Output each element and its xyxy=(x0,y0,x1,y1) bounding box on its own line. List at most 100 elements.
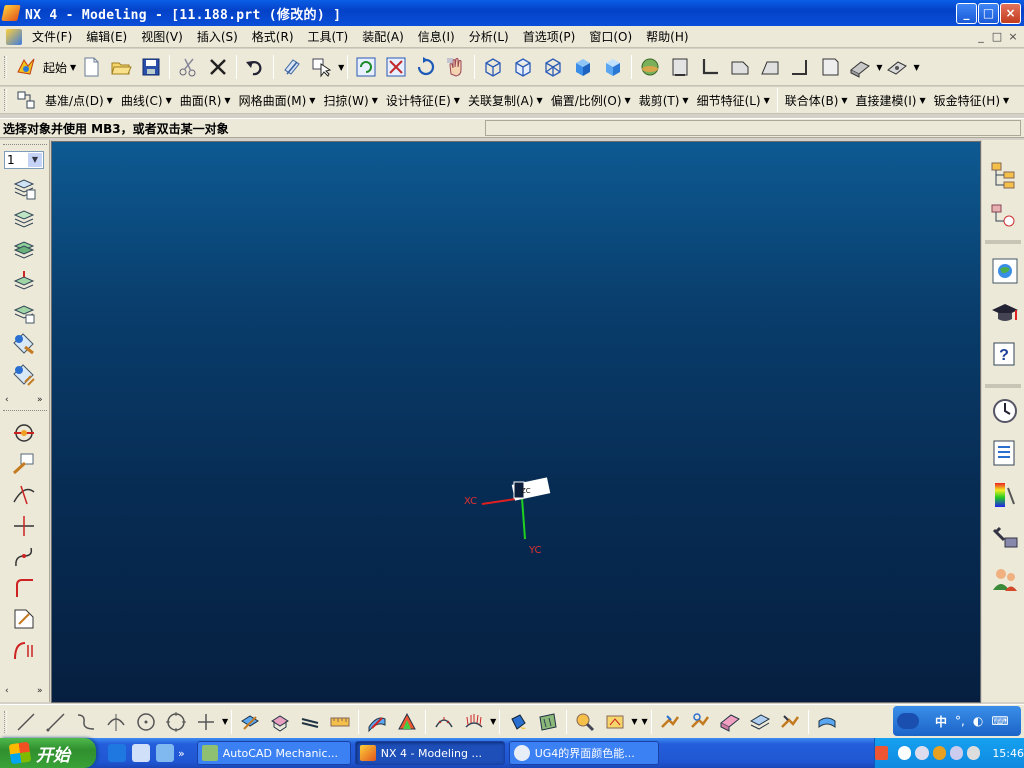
toolbar-grip[interactable] xyxy=(4,56,7,78)
tray-expand-icon[interactable] xyxy=(898,746,912,760)
toolbar-options-icon[interactable]: » xyxy=(37,686,43,696)
toolbar-grip[interactable] xyxy=(4,710,7,733)
toolbar-grip[interactable] xyxy=(3,410,47,411)
menu-window[interactable]: 窗口(O) xyxy=(583,28,640,45)
menu-edit[interactable]: 编辑(E) xyxy=(80,28,135,45)
toolbar-grip[interactable] xyxy=(3,144,47,145)
menu-preferences[interactable]: 首选项(P) xyxy=(517,28,584,45)
material-sheet-icon[interactable] xyxy=(534,708,562,736)
sweep-menu[interactable]: 扫掠(W) ▼ xyxy=(319,92,381,109)
layer-settings-icon[interactable] xyxy=(11,176,37,202)
transform-move-icon[interactable] xyxy=(656,708,684,736)
network-icon[interactable] xyxy=(915,746,929,760)
toolbar-scroll-left-icon[interactable]: ‹ xyxy=(5,686,9,696)
section-l-icon[interactable] xyxy=(696,53,724,81)
mesh-surface-menu[interactable]: 网格曲面(M) ▼ xyxy=(235,92,320,109)
ime-punctuation-icon[interactable]: °, xyxy=(955,714,965,728)
selection-filter-icon[interactable] xyxy=(278,53,306,81)
offset-scale-menu[interactable]: 偏置/比例(O) ▼ xyxy=(547,92,635,109)
taskbar-item-autocad[interactable]: AutoCAD Mechanic... xyxy=(196,741,351,765)
doc-close-button[interactable]: × xyxy=(1006,30,1020,44)
doc-restore-button[interactable]: □ xyxy=(990,30,1004,44)
associative-copy-menu[interactable]: 关联复制(A) ▼ xyxy=(464,92,547,109)
start-dropdown-icon[interactable]: ▼ xyxy=(70,63,76,72)
divide-curve-icon[interactable] xyxy=(11,544,37,570)
ie-browser-icon[interactable] xyxy=(108,744,126,762)
graphics-window[interactable]: XC YC ZC xyxy=(51,141,981,703)
layer-category-icon[interactable] xyxy=(11,238,37,264)
taskbar-item-browser[interactable]: UG4的界面颜色能... xyxy=(508,741,659,765)
tray-clock[interactable]: 15:46 xyxy=(992,747,1024,760)
fillet-curve-icon[interactable] xyxy=(11,575,37,601)
start-button[interactable]: 开始 xyxy=(0,738,96,768)
quicklaunch-more-icon[interactable]: » xyxy=(178,747,185,760)
sheet-metal-feature-menu[interactable]: 钣金特征(H) ▼ xyxy=(930,92,1014,109)
measure-dropdown-icon[interactable]: ▼ xyxy=(631,717,637,726)
qq-icon[interactable] xyxy=(932,746,946,760)
doc-minimize-button[interactable]: _ xyxy=(974,30,988,44)
basic-line-icon[interactable] xyxy=(42,708,70,736)
close-button[interactable]: × xyxy=(1000,3,1021,24)
arc-icon[interactable] xyxy=(102,708,130,736)
sheet-metal-icon[interactable] xyxy=(846,53,874,81)
point-on-curve-icon[interactable] xyxy=(11,420,37,446)
training-icon[interactable] xyxy=(990,298,1022,330)
wireframe-view-icon[interactable] xyxy=(479,53,507,81)
comb-analysis-icon[interactable] xyxy=(460,708,488,736)
reuse-library-icon[interactable] xyxy=(990,438,1022,470)
curve-menu[interactable]: 曲线(C) ▼ xyxy=(117,92,176,109)
display-icon[interactable] xyxy=(967,746,981,760)
select-object-icon[interactable] xyxy=(308,53,336,81)
trim-curve-icon[interactable] xyxy=(11,482,37,508)
move-to-layer-icon[interactable] xyxy=(11,269,37,295)
corner-icon[interactable] xyxy=(786,53,814,81)
cut-icon[interactable] xyxy=(174,53,202,81)
curve-analysis-icon[interactable] xyxy=(430,708,458,736)
trim-corner-icon[interactable] xyxy=(11,513,37,539)
menu-help[interactable]: 帮助(H) xyxy=(640,28,696,45)
open-folder-icon[interactable] xyxy=(107,53,135,81)
shaded-solid-icon[interactable] xyxy=(599,53,627,81)
analysis-dropdown-icon[interactable]: ▼ xyxy=(490,717,496,726)
point-icon[interactable] xyxy=(192,708,220,736)
feature-ruler-icon[interactable] xyxy=(326,708,354,736)
sheet-tool-icon[interactable] xyxy=(776,708,804,736)
sheet-body-icon[interactable] xyxy=(716,708,744,736)
toolbar-options-icon[interactable]: » xyxy=(37,395,43,405)
shaded-edges-icon[interactable] xyxy=(569,53,597,81)
roles-icon[interactable] xyxy=(990,564,1022,596)
nx-app-icon[interactable] xyxy=(1,5,21,21)
fit-view-icon[interactable] xyxy=(382,53,410,81)
feature-cylinder-icon[interactable] xyxy=(266,708,294,736)
ime-status-bar[interactable]: 中 °, ◐ ⌨ xyxy=(893,706,1021,736)
direct-modeling-menu[interactable]: 直接建模(I) ▼ xyxy=(852,92,930,109)
edit-object-display-icon[interactable] xyxy=(11,331,37,357)
menu-format[interactable]: 格式(R) xyxy=(246,28,302,45)
menu-insert[interactable]: 插入(S) xyxy=(191,28,246,45)
history-web-icon[interactable] xyxy=(990,256,1022,288)
render-sphere-icon[interactable] xyxy=(636,53,664,81)
history-clock-icon[interactable] xyxy=(990,396,1022,428)
save-icon[interactable] xyxy=(137,53,165,81)
sogou-ime-icon[interactable] xyxy=(875,746,889,760)
palette-color-icon[interactable] xyxy=(990,480,1022,512)
chamfer-face-icon[interactable] xyxy=(756,53,784,81)
line-icon[interactable] xyxy=(12,708,40,736)
help-icon[interactable]: ? xyxy=(990,340,1022,372)
flange-icon[interactable] xyxy=(883,53,911,81)
process-studio-icon[interactable] xyxy=(990,522,1022,554)
toolbar-scroll-left-icon[interactable]: ‹ xyxy=(5,395,9,405)
feature-plate-icon[interactable] xyxy=(296,708,324,736)
stretch-curve-icon[interactable] xyxy=(11,637,37,663)
assembly-navigator-icon[interactable] xyxy=(990,160,1022,192)
trim-menu[interactable]: 裁剪(T) ▼ xyxy=(635,92,693,109)
curve-length-icon[interactable] xyxy=(11,606,37,632)
select-dropdown-icon[interactable]: ▼ xyxy=(338,63,344,72)
toolbar-grip[interactable] xyxy=(4,89,7,111)
start-button-label[interactable]: 起始 xyxy=(43,59,67,76)
datum-point-menu[interactable]: 基准/点(D) ▼ xyxy=(41,92,117,109)
sheet-metal-dropdown-icon[interactable]: ▼ xyxy=(876,63,882,72)
toolbar-options-icon[interactable]: ▼ xyxy=(641,717,647,726)
ime-keyboard-icon[interactable]: ⌨ xyxy=(991,714,1008,728)
feature-block-icon[interactable] xyxy=(236,708,264,736)
